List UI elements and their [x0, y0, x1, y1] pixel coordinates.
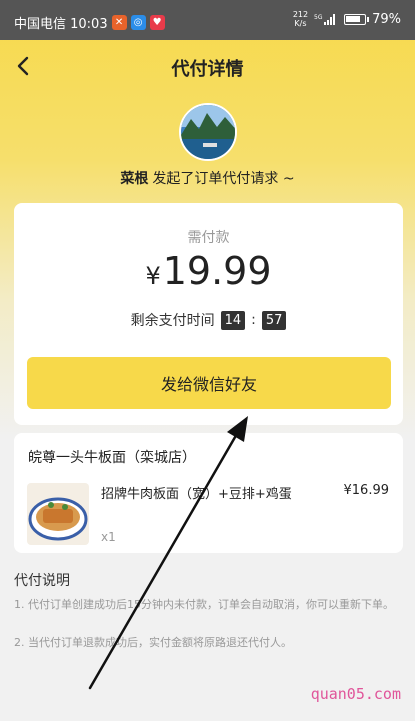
item-quantity: x1 [101, 530, 116, 544]
header: 代付详情 [0, 40, 415, 94]
app-notification-icon: ◎ [130, 15, 146, 30]
watermark: quan05.com [310, 685, 401, 703]
send-to-wechat-friend-button[interactable]: 发给微信好友 [27, 357, 391, 409]
requester-line: 菜根 发起了订单代付请求 ~ [0, 168, 415, 188]
signal-icon: 5G [314, 13, 336, 25]
countdown-timer: 剩余支付时间 14 : 57 [14, 310, 403, 330]
shop-name[interactable]: 皖尊一头牛板面（栾城店） [28, 447, 196, 467]
item-price: ¥16.99 [343, 483, 390, 498]
amount-label: 需付款 [187, 230, 230, 246]
requester-name: 菜根 [120, 171, 149, 187]
requester-message: 发起了订单代付请求 ~ [152, 171, 295, 187]
note-item: 1. 代付订单创建成功后15分钟内未付款，订单会自动取消，你可以重新下单。 [14, 598, 394, 611]
item-name: 招牌牛肉板面（宽）+豆排+鸡蛋 [101, 487, 292, 502]
order-card: 皖尊一头牛板面（栾城店） 招牌牛肉板面（宽）+豆排+鸡蛋 ¥16.99 x1 [14, 433, 403, 553]
payment-card: 需付款 ¥19.99 剩余支付时间 14 : 57 发给微信好友 [14, 203, 403, 425]
app-notification-icon: ♥ [149, 15, 165, 30]
page-title: 代付详情 [171, 59, 244, 80]
currency-symbol: ¥ [145, 262, 161, 290]
battery-percent: 79% [372, 11, 401, 27]
status-bar: 中国电信 10:03 ✕ ◎ ♥ 212 K/s 5G 79% [0, 0, 415, 40]
amount-number: 19.99 [162, 249, 272, 293]
avatar [179, 103, 237, 161]
carrier-time: 中国电信 10:03 [14, 17, 108, 32]
notes-title: 代付说明 [14, 573, 70, 589]
timer-minutes: 14 [220, 310, 246, 330]
battery-icon [344, 13, 370, 25]
network-type: 5G [314, 14, 323, 21]
note-item: 2. 当代付订单退款成功后，实付金额将原路退还代付人。 [14, 636, 292, 649]
app-notification-icon: ✕ [111, 15, 127, 30]
net-speed: 212 K/s [292, 10, 309, 28]
amount-value: ¥19.99 [14, 249, 403, 293]
timer-separator: : [251, 312, 256, 328]
timer-seconds: 57 [261, 310, 287, 330]
timer-label: 剩余支付时间 [130, 313, 215, 329]
item-thumbnail [27, 483, 89, 545]
